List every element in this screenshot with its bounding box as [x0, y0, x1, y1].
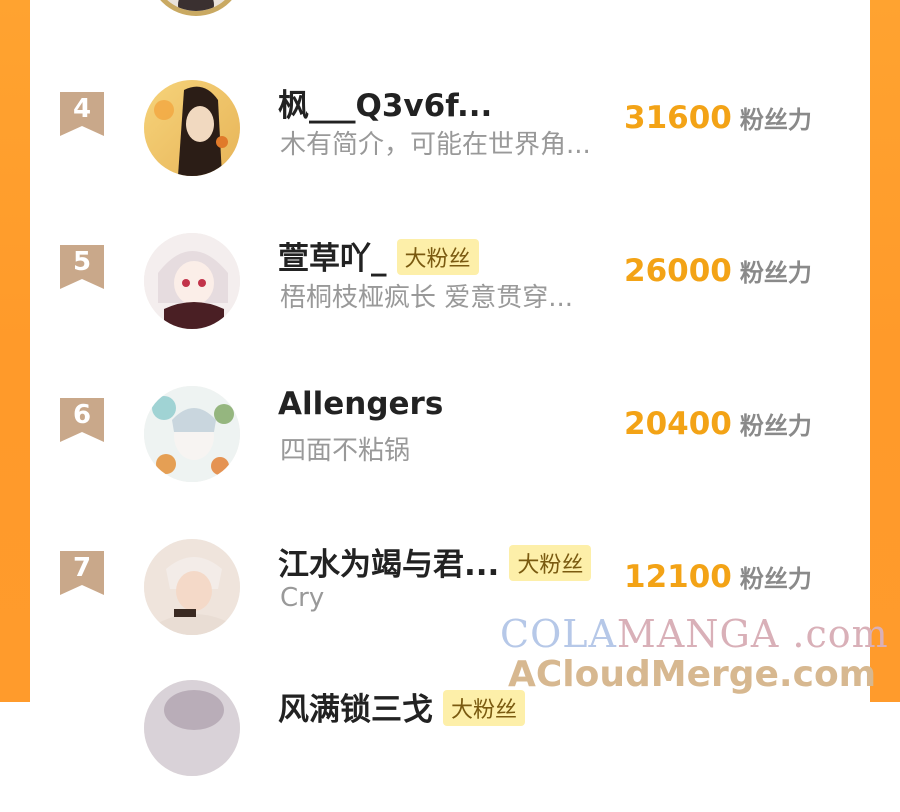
fan-power-score: 12100 粉丝力: [624, 559, 812, 595]
avatar-image: [144, 386, 240, 482]
user-bio: 四面不粘锅: [280, 436, 411, 466]
user-name[interactable]: 枫___Q3v6f...: [278, 80, 492, 125]
ranking-row[interactable]: 7 江水为竭与君... 大粉丝 Cry 12100 粉丝力: [0, 539, 900, 671]
avatar[interactable]: [144, 80, 240, 176]
user-name-text: 风满锁三戈: [278, 692, 433, 728]
score-value: 12100: [624, 559, 732, 595]
user-bio: Cry: [280, 583, 325, 613]
avatar-image: [144, 539, 240, 635]
ranking-row-partial[interactable]: 风满锁三戈 大粉丝: [0, 680, 900, 812]
big-fan-badge: 大粉丝: [396, 238, 479, 275]
user-name-text: 萱草吖_: [278, 241, 387, 277]
avatar-image: [144, 80, 240, 176]
rank-badge: 5: [60, 245, 104, 289]
user-name[interactable]: 江水为竭与君... 大粉丝: [278, 539, 592, 585]
avatar-image: [144, 233, 240, 329]
avatar-image: [144, 680, 240, 776]
score-unit: 粉丝力: [739, 259, 812, 287]
score-value: 31600: [624, 100, 732, 136]
rank-number: 7: [72, 553, 92, 583]
score-value: 20400: [624, 406, 732, 442]
avatar[interactable]: [144, 680, 240, 776]
rank-number: 4: [72, 94, 92, 124]
score-unit: 粉丝力: [739, 565, 812, 593]
rank-badge: 6: [60, 398, 104, 442]
score-unit: 粉丝力: [739, 106, 812, 134]
user-name[interactable]: Allengers: [278, 386, 443, 422]
ranking-row[interactable]: 6 Allengers 四面不粘锅 20400 粉丝力: [0, 386, 900, 518]
fan-power-score: 26000 粉丝力: [624, 253, 812, 289]
user-name-text: 枫___Q3v6f...: [278, 88, 493, 124]
big-fan-badge: 大粉丝: [509, 544, 592, 581]
avatar[interactable]: [144, 539, 240, 635]
rank-badge: 7: [60, 551, 104, 595]
ranking-row[interactable]: 5 萱草吖_ 大粉丝 梧桐枝桠疯长 爱意贯穿... 26000 粉丝力: [0, 233, 900, 365]
score-value: 26000: [624, 253, 732, 289]
fan-power-score: 20400 粉丝力: [624, 406, 812, 442]
user-name[interactable]: 萱草吖_ 大粉丝: [278, 233, 479, 279]
ranking-row[interactable]: 4 枫___Q3v6f... 木有简介，可能在世界角... 31600 粉丝力: [0, 80, 900, 212]
big-fan-badge: 大粉丝: [443, 689, 526, 726]
score-unit: 粉丝力: [739, 412, 812, 440]
user-bio: 木有简介，可能在世界角...: [280, 130, 591, 160]
user-name[interactable]: 风满锁三戈 大粉丝: [278, 684, 526, 730]
fan-power-score: 31600 粉丝力: [624, 100, 812, 136]
rank-badge: 4: [60, 92, 104, 136]
rank-number: 6: [72, 400, 92, 430]
rank-number: 5: [72, 247, 92, 277]
avatar[interactable]: [144, 233, 240, 329]
avatar[interactable]: [144, 386, 240, 482]
user-name-text: 江水为竭与君...: [278, 547, 500, 583]
user-name-text: Allengers: [278, 386, 444, 422]
user-bio: 梧桐枝桠疯长 爱意贯穿...: [280, 283, 574, 313]
